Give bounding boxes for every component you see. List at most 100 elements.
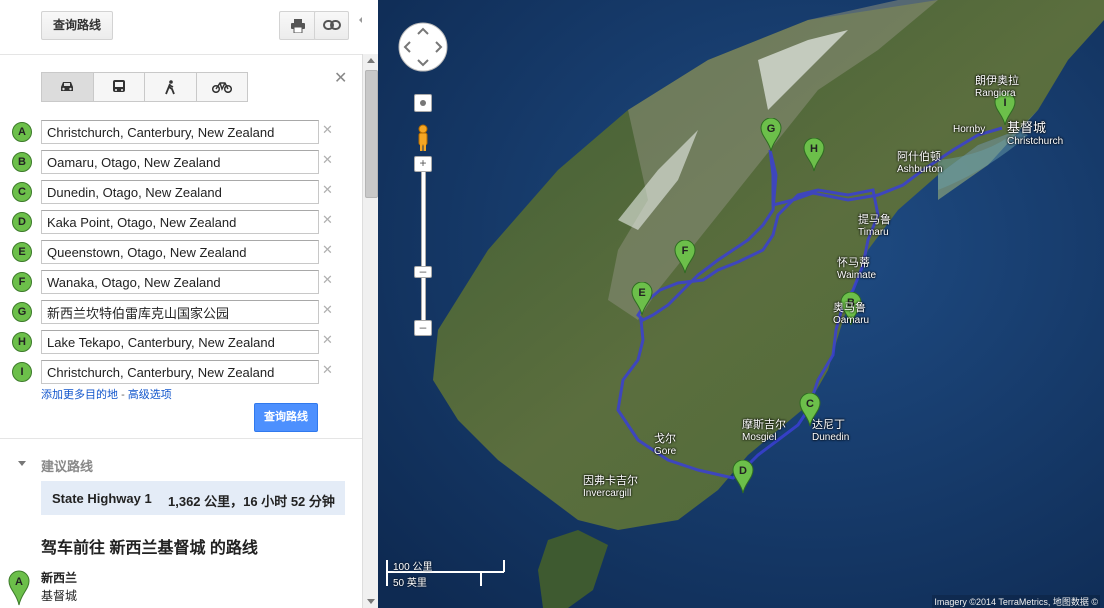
mode-transit[interactable]	[93, 73, 145, 101]
waypoint-input[interactable]	[41, 270, 319, 294]
waypoint-links: 添加更多目的地 - 高级选项	[41, 386, 172, 402]
waypoint-row: G✕	[12, 300, 342, 324]
route-name: State Highway 1	[52, 491, 152, 506]
svg-text:H: H	[810, 143, 818, 155]
map-pin-e[interactable]: E	[631, 282, 653, 316]
waypoint-row: D✕	[12, 210, 342, 234]
waypoint-row: I✕	[12, 360, 342, 384]
map-pin-f[interactable]: F	[674, 240, 696, 274]
remove-waypoint-icon[interactable]: ✕	[322, 242, 333, 258]
waypoint-input[interactable]	[41, 300, 319, 324]
map-pin-g[interactable]: G	[760, 118, 782, 152]
add-destination-link[interactable]: 添加更多目的地	[41, 389, 118, 401]
waypoint-marker-icon[interactable]: D	[12, 212, 32, 232]
route-summary: 1,362 公里，16 小时 52 分钟	[168, 494, 335, 509]
suggested-route-item[interactable]: State Highway 1 1,362 公里，16 小时 52 分钟	[41, 481, 345, 515]
mode-driving[interactable]	[42, 73, 94, 101]
waypoint-input[interactable]	[41, 120, 319, 144]
zoom-slider-thumb[interactable]: –	[414, 265, 432, 278]
waypoint-marker-icon[interactable]: H	[12, 332, 32, 352]
link-icon	[322, 20, 341, 30]
zoom-slider-track[interactable]	[421, 171, 426, 323]
waypoint-marker-icon[interactable]: F	[12, 272, 32, 292]
label-ashburton: 阿什伯顿 Ashburton	[897, 151, 943, 175]
pegman-icon[interactable]	[416, 124, 430, 152]
waypoint-marker-icon[interactable]: C	[12, 182, 32, 202]
label-dunedin: 达尼丁 Dunedin	[812, 419, 850, 443]
directions-panel: 查询路线 ✕ A Christchurch, Canterbury, New Z…	[0, 0, 362, 608]
waypoint-marker-icon[interactable]: B	[12, 152, 32, 172]
waypoint-marker-icon[interactable]: A	[12, 122, 32, 142]
scale-km: 100 公里	[393, 562, 433, 573]
remove-waypoint-icon[interactable]: ✕	[322, 332, 333, 348]
map-copyright: Imagery ©2014 TerraMetrics, 地图数据 ©	[932, 595, 1100, 608]
waypoint-row: F✕	[12, 270, 342, 294]
zoom-in-button[interactable]: +	[414, 156, 432, 172]
svg-text:D: D	[739, 465, 747, 477]
mode-walking[interactable]	[145, 73, 197, 101]
link-separator: -	[121, 389, 125, 401]
waypoint-input[interactable]	[41, 360, 319, 384]
collapse-suggested-icon[interactable]	[18, 461, 26, 466]
remove-waypoint-icon[interactable]: ✕	[322, 362, 333, 378]
link-button[interactable]	[314, 11, 349, 40]
remove-waypoint-icon[interactable]: ✕	[322, 212, 333, 228]
remove-waypoint-icon[interactable]: ✕	[322, 122, 333, 138]
destination-marker-icon: A	[8, 570, 30, 606]
waypoint-row: B✕	[12, 150, 342, 174]
label-invercargill: 因弗卡吉尔 Invercargill	[583, 475, 638, 499]
label-timaru: 提马鲁 Timaru	[858, 214, 891, 238]
remove-waypoint-icon[interactable]: ✕	[322, 152, 333, 168]
zoom-out-button[interactable]: –	[414, 320, 432, 336]
label-hornby: Hornby	[953, 124, 986, 135]
top-toolbar: 查询路线	[0, 0, 362, 55]
svg-text:E: E	[638, 287, 645, 299]
scroll-thumb[interactable]	[365, 70, 378, 198]
remove-waypoint-icon[interactable]: ✕	[322, 182, 333, 198]
label-waimate: 怀马蒂 Waimate	[837, 257, 877, 281]
mode-cycling[interactable]	[196, 73, 247, 101]
map-scale-reset-button[interactable]	[414, 94, 432, 112]
bicycle-icon	[211, 82, 232, 93]
waypoint-input[interactable]	[41, 330, 319, 354]
divider	[0, 438, 362, 439]
scroll-down-icon[interactable]	[367, 599, 375, 604]
waypoint-marker-icon[interactable]: G	[12, 302, 32, 322]
map-scale: 100 公里 50 英里	[386, 560, 506, 589]
svg-text:A: A	[15, 576, 23, 588]
waypoint-input[interactable]	[41, 180, 319, 204]
remove-waypoint-icon[interactable]: ✕	[322, 302, 333, 318]
suggested-routes-title: 建议路线	[41, 459, 94, 474]
pan-control-icon[interactable]	[398, 22, 448, 72]
waypoint-input[interactable]	[41, 210, 319, 234]
find-route-button[interactable]: 查询路线	[41, 11, 113, 40]
waypoint-input[interactable]	[41, 240, 319, 264]
travel-mode-selector	[41, 72, 248, 102]
map-pin-d[interactable]: D	[732, 460, 754, 494]
svg-text:C: C	[806, 398, 814, 410]
car-icon	[61, 82, 74, 91]
waypoint-input[interactable]	[41, 150, 319, 174]
remove-waypoint-icon[interactable]: ✕	[322, 272, 333, 288]
waypoint-marker-icon[interactable]: E	[12, 242, 32, 262]
directions-title: 驾车前往 新西兰基督城 的路线	[41, 540, 258, 557]
print-button[interactable]	[279, 11, 316, 40]
waypoint-row: E✕	[12, 240, 342, 264]
label-oamaru: 奥马鲁 Oamaru	[833, 302, 870, 326]
svg-text:F: F	[682, 245, 689, 257]
destination-city: 基督城	[41, 589, 78, 603]
panel-scrollbar[interactable]	[362, 54, 379, 608]
map-pin-h[interactable]: H	[803, 138, 825, 172]
waypoint-row: H✕	[12, 330, 342, 354]
waypoint-marker-icon[interactable]: I	[12, 362, 32, 382]
label-gore: 戈尔 Gore	[654, 433, 677, 457]
map-view[interactable]: GHIFEBCD 朗伊奥拉 Rangiora 基督城 Christchurch Ho…	[378, 0, 1104, 608]
waypoint-row: A✕	[12, 120, 342, 144]
advanced-options-link[interactable]: 高级选项	[128, 389, 172, 401]
close-icon[interactable]: ✕	[334, 68, 347, 88]
collapse-panel-icon[interactable]	[359, 14, 362, 26]
bus-icon	[112, 80, 125, 92]
scroll-up-icon[interactable]	[367, 58, 375, 63]
printer-icon	[290, 19, 305, 34]
submit-route-button[interactable]: 查询路线	[254, 403, 318, 432]
